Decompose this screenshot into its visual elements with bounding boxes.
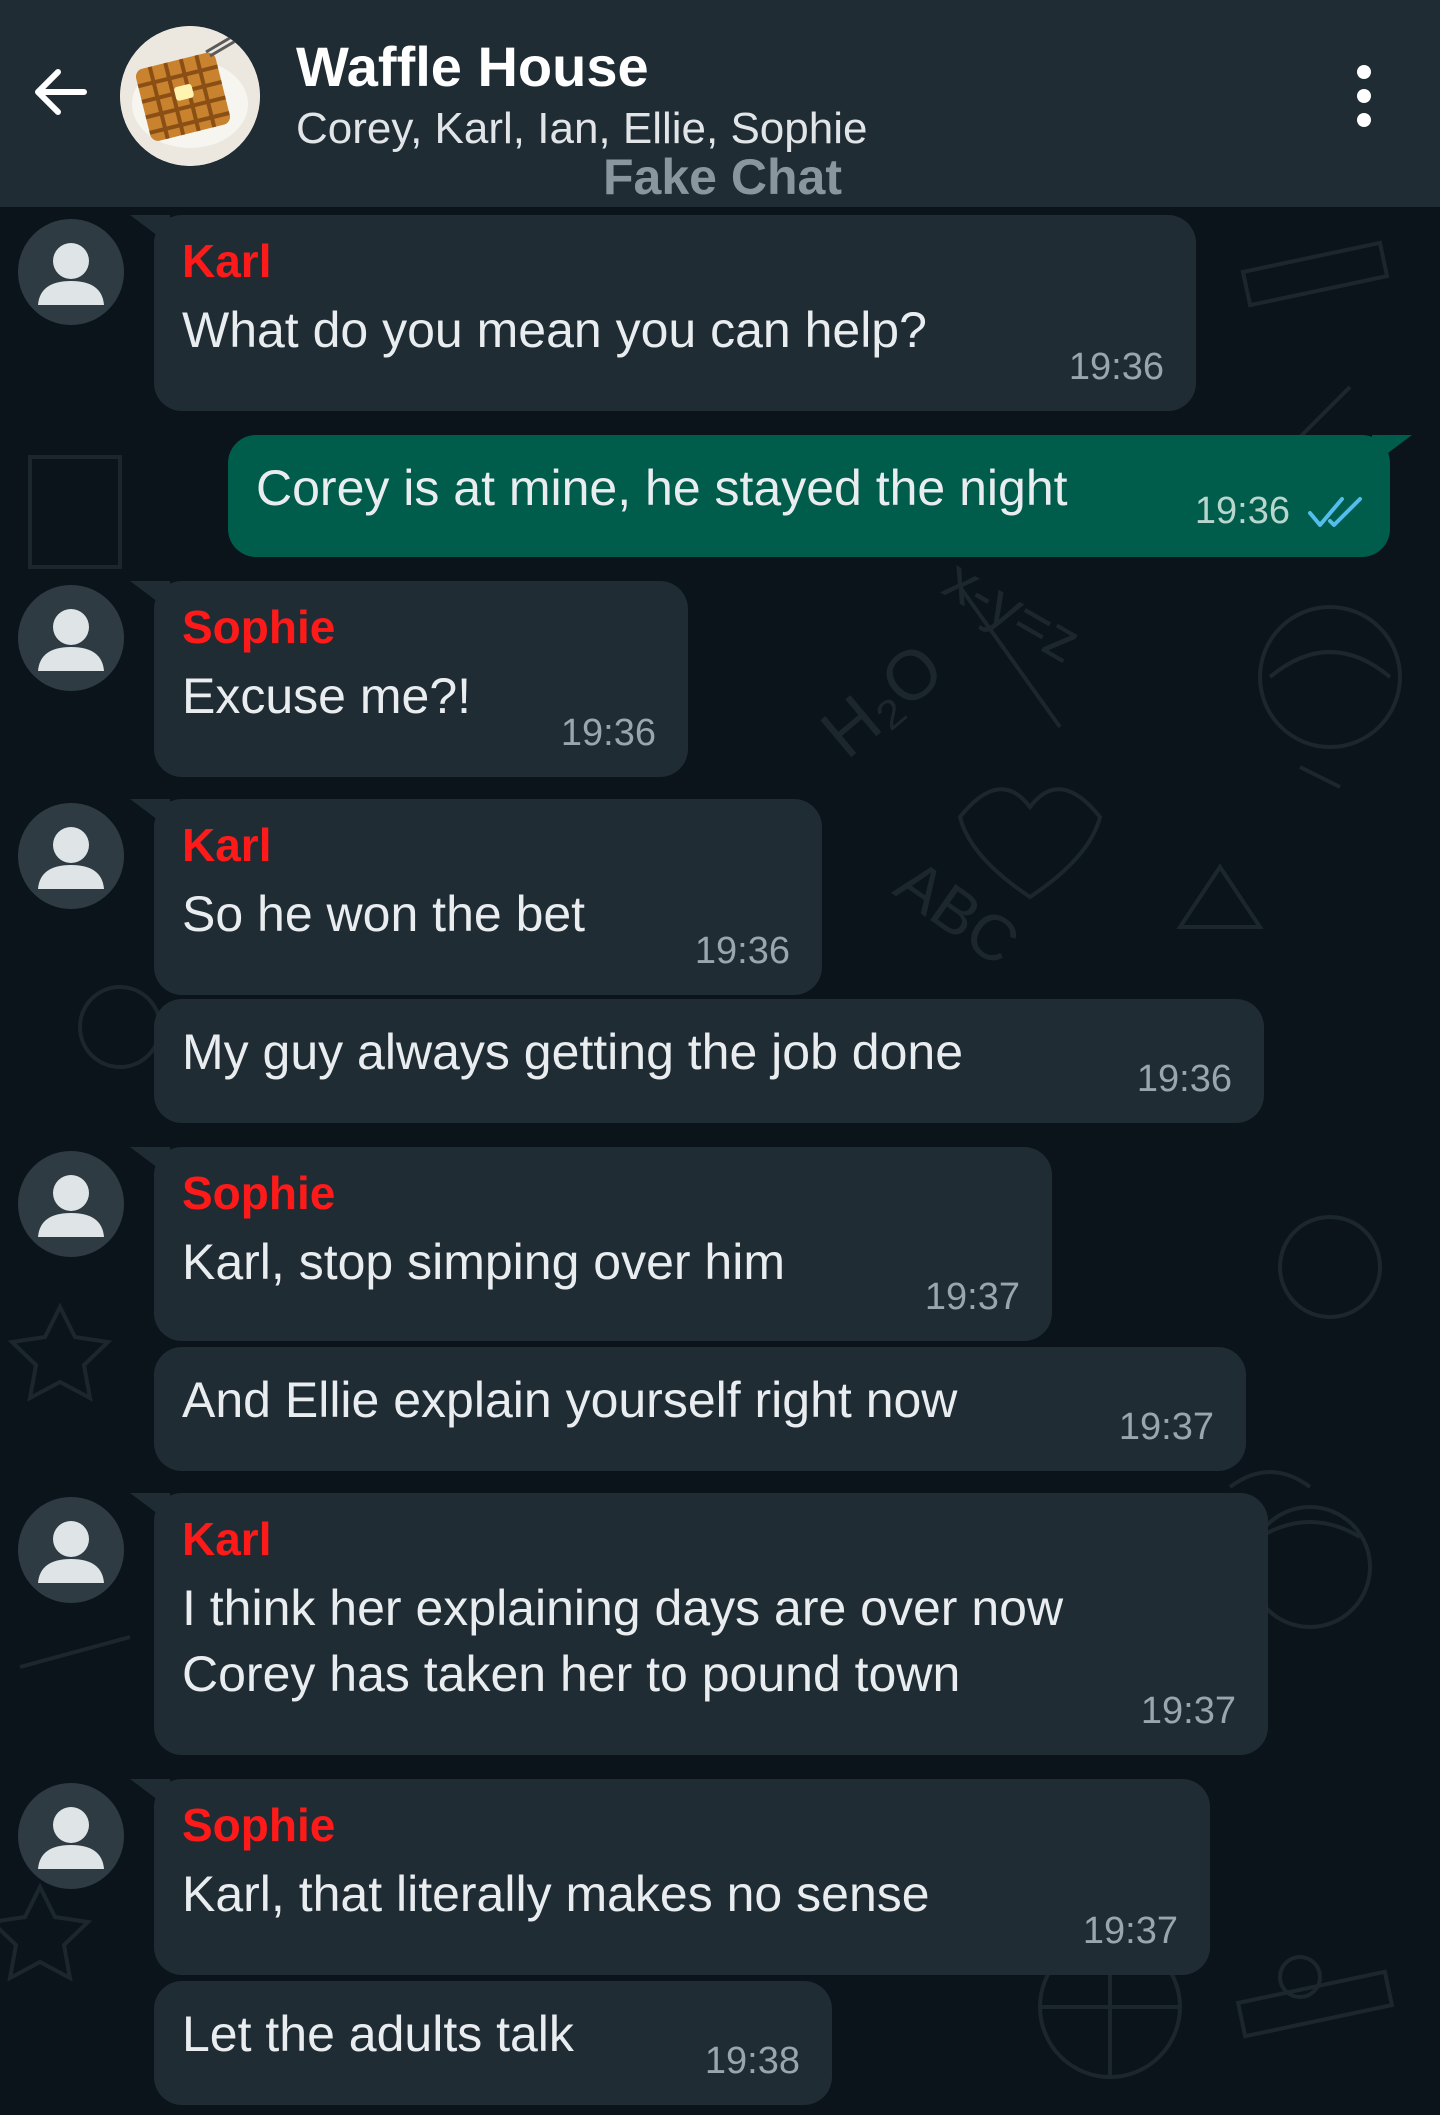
svg-text:x-y=z: x-y=z: [933, 545, 1092, 676]
waffle-image: [120, 26, 260, 166]
incoming-message[interactable]: Sophie Excuse me?! 19:36: [154, 581, 688, 777]
svg-text:ABC: ABC: [883, 845, 1032, 979]
message-timestamp: 19:38: [704, 2040, 800, 2082]
message-text: Karl, stop simping over him: [182, 1234, 786, 1290]
read-receipt-icon: [1308, 497, 1362, 527]
chat-members[interactable]: Corey, Karl, Ian, Ellie, Sophie: [296, 104, 867, 154]
incoming-message[interactable]: Let the adults talk 19:38: [154, 1981, 832, 2105]
sender-avatar[interactable]: [18, 1151, 124, 1257]
message-timestamp: 19:36: [1136, 1058, 1232, 1100]
message-list[interactable]: H₂O x-y=z ABC Karl What do you mean you c…: [0, 207, 1440, 2115]
message-timestamp: 19:36: [694, 930, 790, 972]
default-avatar-icon: [38, 827, 104, 889]
message-text: Karl, that literally makes no sense: [182, 1866, 930, 1922]
message-timestamp: 19:37: [1082, 1910, 1178, 1952]
message-text: My guy always getting the job done: [182, 1024, 964, 1080]
message-text: What do you mean you can help?: [182, 302, 927, 358]
incoming-message[interactable]: Sophie Karl, that literally makes no sens…: [154, 1779, 1210, 1975]
message-text: And Ellie explain yourself right now: [182, 1372, 958, 1428]
chat-title[interactable]: Waffle House: [296, 34, 649, 99]
incoming-message[interactable]: Karl I think her explaining days are over…: [154, 1493, 1268, 1755]
chat-header: Waffle House Corey, Karl, Ian, Ellie, So…: [0, 0, 1440, 207]
svg-text:H₂O: H₂O: [806, 628, 957, 773]
sender-name[interactable]: Karl: [182, 235, 1166, 287]
sender-avatar[interactable]: [18, 803, 124, 909]
more-vertical-icon[interactable]: [1348, 62, 1380, 130]
sender-name[interactable]: Sophie: [182, 1167, 1022, 1219]
message-timestamp: 19:36: [1068, 346, 1164, 388]
incoming-message[interactable]: Karl So he won the bet 19:36: [154, 799, 822, 995]
message-timestamp: 19:37: [1140, 1690, 1236, 1732]
sender-avatar[interactable]: [18, 585, 124, 691]
outgoing-message[interactable]: Corey is at mine, he stayed the night 19:…: [228, 435, 1390, 557]
sender-avatar[interactable]: [18, 1497, 124, 1603]
watermark-text: Fake Chat: [603, 149, 842, 205]
sender-avatar[interactable]: [18, 1783, 124, 1889]
message-text: I think her explaining days are over now…: [182, 1580, 1064, 1702]
message-timestamp: 19:36: [560, 712, 656, 754]
incoming-message[interactable]: And Ellie explain yourself right now 19:3…: [154, 1347, 1246, 1471]
group-avatar[interactable]: [120, 26, 260, 166]
sender-avatar[interactable]: [18, 219, 124, 325]
sender-name[interactable]: Sophie: [182, 1799, 1180, 1851]
sender-name[interactable]: Karl: [182, 819, 792, 871]
sender-name[interactable]: Sophie: [182, 601, 658, 653]
message-timestamp: 19:36: [1194, 490, 1290, 532]
arrow-left-icon[interactable]: [28, 60, 92, 124]
sender-name[interactable]: Karl: [182, 1513, 1238, 1565]
message-timestamp: 19:37: [924, 1276, 1020, 1318]
default-avatar-icon: [38, 609, 104, 671]
incoming-message[interactable]: My guy always getting the job done 19:36: [154, 999, 1264, 1123]
message-timestamp: 19:37: [1118, 1406, 1214, 1448]
default-avatar-icon: [38, 1175, 104, 1237]
default-avatar-icon: [38, 1521, 104, 1583]
default-avatar-icon: [38, 1807, 104, 1869]
incoming-message[interactable]: Sophie Karl, stop simping over him 19:37: [154, 1147, 1052, 1341]
incoming-message[interactable]: Karl What do you mean you can help? 19:36: [154, 215, 1196, 411]
default-avatar-icon: [38, 243, 104, 305]
